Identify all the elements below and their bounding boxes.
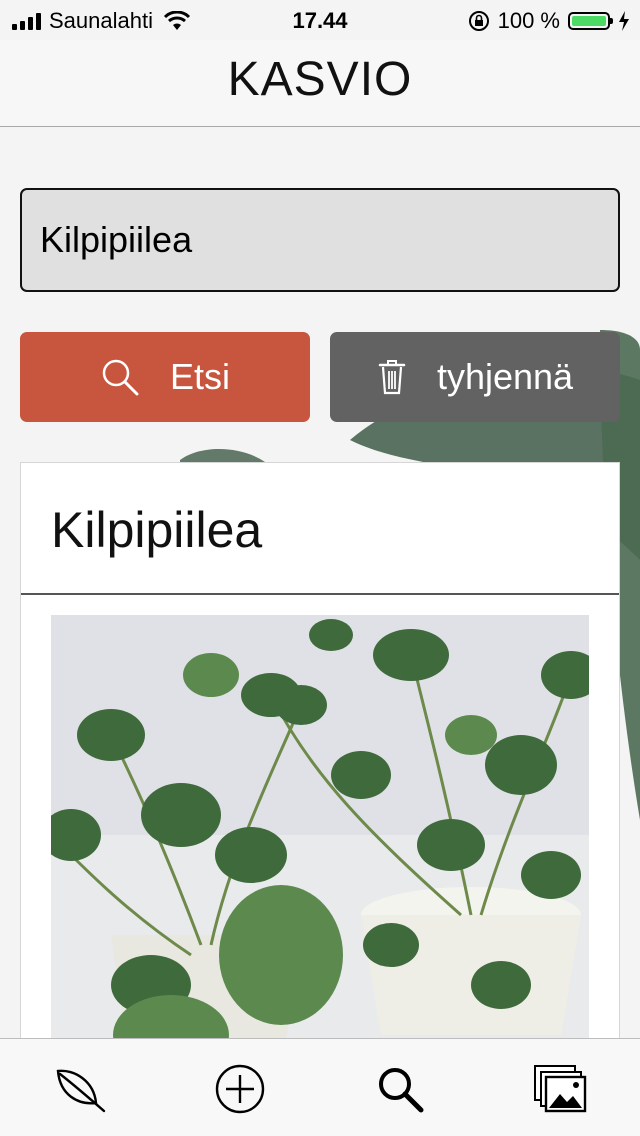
add-circle-icon <box>215 1064 265 1114</box>
orientation-lock-icon <box>468 11 489 31</box>
tab-gallery[interactable] <box>532 1061 588 1117</box>
search-icon <box>102 359 139 396</box>
search-icon <box>379 1068 424 1113</box>
gallery-icon <box>534 1065 587 1113</box>
tab-bar <box>0 1038 640 1136</box>
status-bar: Saunalahti 17.44 100 % <box>0 0 640 40</box>
search-button[interactable]: Etsi <box>20 332 310 422</box>
search-button-label: Etsi <box>169 356 230 397</box>
charging-icon <box>619 11 629 31</box>
clear-button-label: tyhjennä <box>436 356 574 397</box>
tab-plants[interactable] <box>52 1061 108 1117</box>
battery-icon <box>568 12 613 30</box>
plant-photo <box>51 615 589 1075</box>
plant-name: Kilpipiilea <box>51 502 263 558</box>
tab-add[interactable] <box>212 1061 268 1117</box>
plant-result-card[interactable]: Kilpipiilea <box>20 462 620 1082</box>
card-divider <box>21 593 619 595</box>
tab-search[interactable] <box>372 1061 428 1117</box>
plant-search-input[interactable] <box>20 188 620 292</box>
battery-percent: 100 % <box>497 8 560 33</box>
navigation-bar: KASVIO <box>0 40 640 127</box>
clear-button[interactable]: tyhjennä <box>330 332 620 422</box>
status-right-group: 100 % <box>468 8 630 34</box>
trash-icon <box>378 360 406 395</box>
leaf-icon <box>56 1069 106 1113</box>
app-title: KASVIO <box>227 53 413 106</box>
